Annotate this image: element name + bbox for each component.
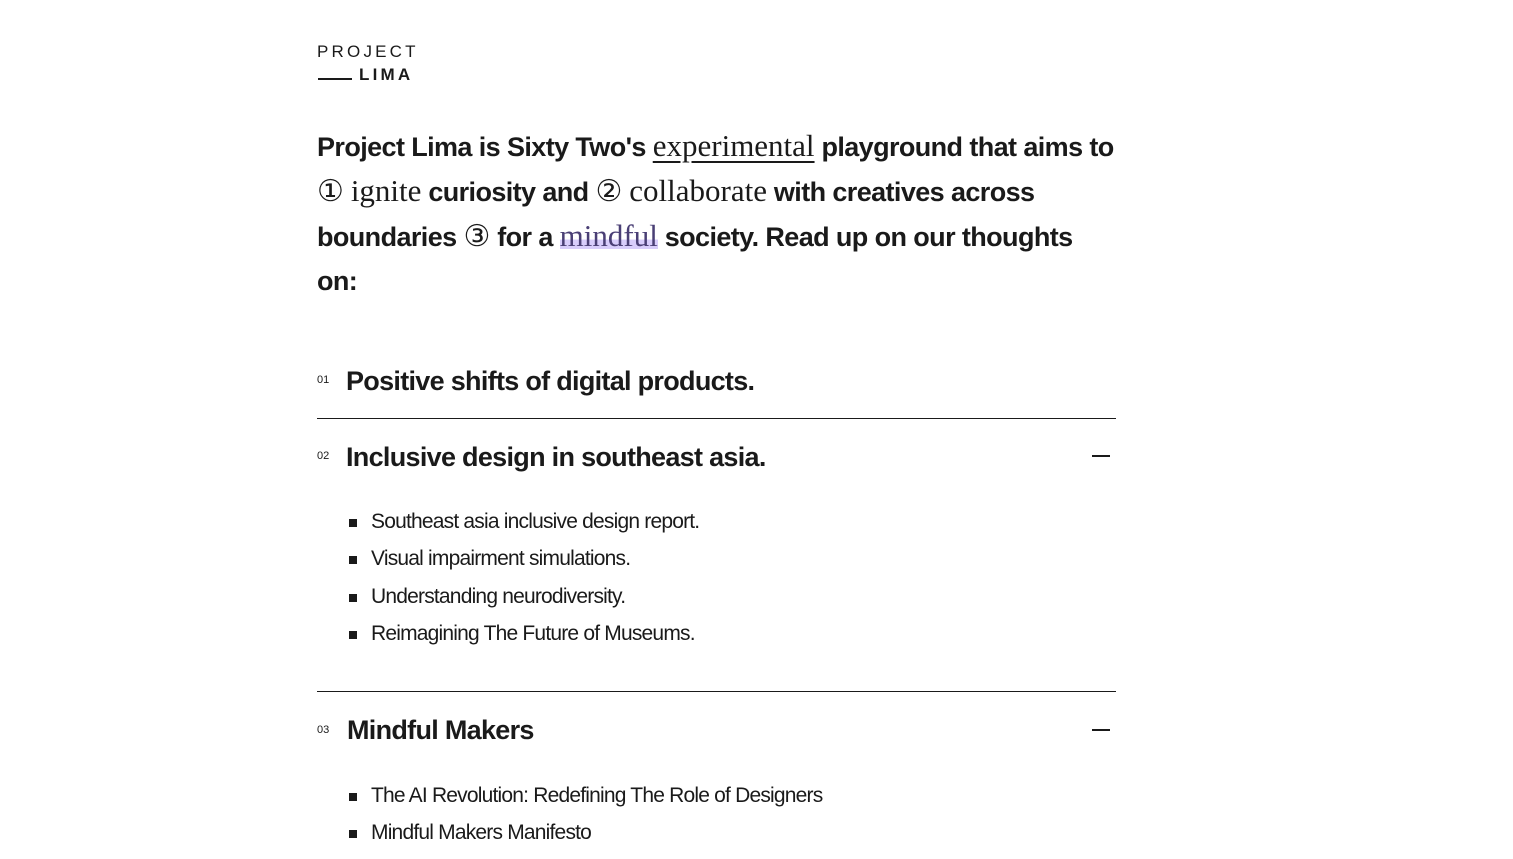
logo-line [318, 78, 352, 80]
list-item-link[interactable]: Mindful Makers Manifesto [371, 821, 592, 844]
square-bullet-icon [349, 593, 357, 602]
list-item-link[interactable]: Reimagining The Future of Museums. [371, 622, 696, 645]
section-item-list: Southeast asia inclusive design report. … [349, 509, 700, 659]
intro-word-experimental: experimental [652, 128, 815, 163]
section-item-list: The AI Revolution: Redefining The Role o… [349, 783, 823, 858]
intro-text: for a [490, 222, 560, 252]
section-divider [317, 418, 1116, 419]
section-divider [317, 691, 1116, 692]
logo-word-lima: LIMA [359, 65, 414, 84]
section-title: Inclusive design in southeast asia. [346, 442, 766, 472]
list-item[interactable]: Mindful Makers Manifesto [349, 820, 822, 857]
intro-text: playground that aims to [814, 132, 1114, 162]
circled-number-2: ② [595, 174, 623, 209]
intro-word-ignite: ignite [350, 173, 422, 208]
section-header-mindful-makers[interactable]: 03 Mindful Makers [317, 714, 1116, 754]
square-bullet-icon [349, 556, 357, 565]
list-item[interactable]: Reimagining The Future of Museums. [349, 621, 699, 658]
intro-paragraph: Project Lima is Sixty Two's experimental… [317, 124, 1117, 303]
project-lima-logo[interactable]: PROJECT LIMA [317, 40, 427, 84]
list-item-link[interactable]: The AI Revolution: Redefining The Role o… [371, 784, 823, 807]
intro-text: curiosity and [421, 177, 596, 207]
list-item-link[interactable]: Visual impairment simulations. [371, 547, 631, 570]
intro-word-collaborate: collaborate [629, 173, 767, 208]
list-item-link[interactable]: Understanding neurodiversity. [371, 585, 626, 608]
section-header-inclusive-design[interactable]: 02 Inclusive design in southeast asia. [317, 440, 1116, 480]
circled-number-3: ③ [463, 219, 491, 254]
list-item[interactable]: The AI Revolution: Redefining The Role o… [349, 783, 823, 820]
list-item-link[interactable]: Southeast asia inclusive design report. [371, 510, 700, 533]
list-item[interactable]: Southeast asia inclusive design report. [349, 509, 700, 546]
section-number: 01 [317, 374, 330, 386]
square-bullet-icon [349, 793, 357, 801]
list-item[interactable]: Understanding neurodiversity. [349, 584, 699, 621]
collapse-minus-icon[interactable] [1092, 729, 1110, 731]
section-title: Mindful Makers [347, 715, 534, 745]
circled-number-1: ① [317, 174, 344, 209]
square-bullet-icon [349, 631, 357, 640]
logo-word-project: PROJECT [317, 42, 419, 61]
section-number: 03 [317, 724, 330, 736]
intro-word-mindful: mindful [559, 218, 658, 253]
intro-text: Project Lima is Sixty Two's [317, 132, 653, 162]
square-bullet-icon [349, 830, 357, 839]
section-header-positive-shifts[interactable]: 01 Positive shifts of digital products. [317, 364, 1116, 404]
section-number: 02 [317, 450, 330, 462]
square-bullet-icon [349, 519, 357, 527]
list-item[interactable]: Visual impairment simulations. [349, 546, 699, 583]
collapse-minus-icon[interactable] [1092, 455, 1110, 457]
section-title: Positive shifts of digital products. [346, 366, 755, 396]
